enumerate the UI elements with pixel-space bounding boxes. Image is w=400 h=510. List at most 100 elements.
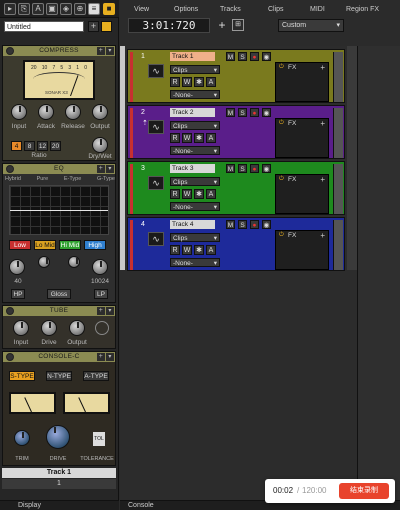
- power-icon[interactable]: [6, 165, 14, 173]
- plus-icon[interactable]: +: [320, 231, 325, 240]
- input-echo-button[interactable]: ◉: [262, 108, 271, 117]
- archive-button[interactable]: A: [206, 133, 216, 143]
- track-1[interactable]: 1 Track 1 M S ● ◉ ∿ Clips ▾ R W ✱ A -None- ▾ ⏻ FX +: [127, 49, 345, 103]
- text-icon[interactable]: A: [32, 3, 44, 15]
- track-3[interactable]: 3 Track 3 M S ● ◉ ∿ Clips ▾ R W ✱ A -None- ▾ ⏻ FX +: [127, 161, 345, 215]
- band-lomid-button[interactable]: Lo Mid: [34, 240, 56, 250]
- strip-track-name[interactable]: Track 1: [2, 468, 116, 478]
- menu-midi[interactable]: MIDI: [310, 5, 325, 14]
- console-tab[interactable]: Console: [128, 502, 154, 509]
- link-icon[interactable]: ⎘: [18, 3, 30, 15]
- stop-recording-button[interactable]: 结束录制: [339, 483, 389, 499]
- fx-bin[interactable]: ⏻ FX +: [275, 62, 329, 102]
- time-display[interactable]: 3:01:720: [128, 18, 210, 33]
- band-freq-knob[interactable]: [38, 256, 50, 268]
- power-icon[interactable]: ⏻: [279, 232, 284, 239]
- fx-bin[interactable]: ⏻ FX +: [275, 118, 329, 158]
- ratio-20-button[interactable]: 20: [50, 141, 61, 151]
- menu-view[interactable]: View: [134, 5, 149, 14]
- add-track-button[interactable]: +: [216, 19, 228, 31]
- plus-icon[interactable]: +: [97, 47, 105, 55]
- power-icon[interactable]: ⏻: [279, 176, 284, 183]
- record-arm-button[interactable]: ●: [250, 164, 259, 173]
- mode-icon[interactable]: ■: [103, 3, 115, 15]
- track-2[interactable]: 2 Track 2 M S ● ◉ ∿ Clips ▾ R W ✱ A -None- ▾ ⏻ FX + ⇡: [127, 105, 345, 159]
- ratio-12-button[interactable]: 12: [37, 141, 48, 151]
- menu-icon[interactable]: ≡: [88, 3, 100, 15]
- menu-region-fx[interactable]: Region FX: [346, 5, 379, 14]
- band-q-knob[interactable]: [68, 256, 80, 268]
- plus-icon[interactable]: +: [320, 175, 325, 184]
- plus-icon[interactable]: +: [320, 119, 325, 128]
- automation-dropdown[interactable]: -None- ▾: [170, 146, 220, 155]
- menu-options[interactable]: Options: [174, 5, 198, 14]
- clips-pane[interactable]: [357, 46, 400, 510]
- display-tab[interactable]: Display: [18, 502, 41, 509]
- solo-button[interactable]: S: [238, 52, 247, 61]
- power-icon[interactable]: ⏻: [279, 64, 284, 71]
- track-name-field[interactable]: Track 3: [170, 164, 215, 173]
- read-automation-button[interactable]: R: [170, 133, 180, 143]
- collapse-icon[interactable]: ▾: [106, 47, 114, 55]
- power-icon[interactable]: [6, 47, 14, 55]
- collapse-icon[interactable]: ▾: [106, 165, 114, 173]
- arrow-icon[interactable]: ▸: [4, 3, 16, 15]
- clips-dropdown[interactable]: Clips ▾: [170, 65, 220, 74]
- mode-g-type[interactable]: G-Type: [97, 176, 115, 182]
- envelope-icon[interactable]: ◈: [60, 3, 72, 15]
- collapse-icon[interactable]: ▾: [106, 353, 114, 361]
- clips-dropdown[interactable]: Clips ▾: [170, 233, 220, 242]
- automation-dropdown[interactable]: -None- ▾: [170, 258, 220, 267]
- freeze-button[interactable]: ✱: [194, 245, 204, 255]
- attack-knob[interactable]: [38, 104, 54, 120]
- tolerance-switch[interactable]: TOL: [93, 432, 105, 446]
- mode-hybrid[interactable]: Hybrid: [5, 176, 21, 182]
- release-knob[interactable]: [65, 104, 81, 120]
- mute-button[interactable]: M: [226, 164, 235, 173]
- freeze-button[interactable]: ✱: [194, 189, 204, 199]
- power-icon[interactable]: [6, 353, 14, 361]
- plus-icon[interactable]: +: [97, 353, 105, 361]
- automation-dropdown[interactable]: -None- ▾: [170, 90, 220, 99]
- plus-icon[interactable]: +: [320, 63, 325, 72]
- record-arm-button[interactable]: ●: [250, 52, 259, 61]
- fx-bin[interactable]: ⏻ FX +: [275, 230, 329, 270]
- mode-e-type[interactable]: E-Type: [64, 176, 81, 182]
- record-arm-button[interactable]: ●: [250, 108, 259, 117]
- ratio-8-button[interactable]: 8: [24, 141, 35, 151]
- write-automation-button[interactable]: W: [182, 77, 192, 87]
- input-knob[interactable]: [11, 104, 27, 120]
- hp-knob[interactable]: [9, 259, 25, 275]
- band-himid-button[interactable]: Hi Mid: [59, 240, 81, 250]
- mute-button[interactable]: M: [226, 52, 235, 61]
- duplicate-icon[interactable]: ⊞: [232, 19, 244, 31]
- track-name-field[interactable]: Track 2: [170, 108, 215, 117]
- preset-dropdown[interactable]: Custom ▾: [278, 19, 344, 32]
- archive-button[interactable]: A: [206, 189, 216, 199]
- drive-knob[interactable]: [46, 425, 70, 449]
- menu-clips[interactable]: Clips: [268, 5, 284, 14]
- strip-power-button[interactable]: [101, 21, 112, 32]
- mode-pure[interactable]: Pure: [37, 176, 49, 182]
- band-low-button[interactable]: Low: [9, 240, 31, 250]
- input-echo-button[interactable]: ◉: [262, 164, 271, 173]
- ratio-4-button[interactable]: 4: [11, 141, 22, 151]
- power-icon[interactable]: ⏻: [279, 120, 284, 127]
- automation-dropdown[interactable]: -None- ▾: [170, 202, 220, 211]
- write-automation-button[interactable]: W: [182, 133, 192, 143]
- eq-graph[interactable]: [9, 185, 109, 235]
- write-automation-button[interactable]: W: [182, 189, 192, 199]
- track-name-field[interactable]: Track 4: [170, 220, 215, 229]
- read-automation-button[interactable]: R: [170, 77, 180, 87]
- solo-button[interactable]: S: [238, 164, 247, 173]
- mute-button[interactable]: M: [226, 220, 235, 229]
- read-automation-button[interactable]: R: [170, 245, 180, 255]
- output-knob[interactable]: [92, 104, 108, 120]
- a-type-button[interactable]: A-TYPE: [83, 371, 109, 381]
- freeze-button[interactable]: ✱: [194, 77, 204, 87]
- s-type-button[interactable]: S-TYPE: [9, 371, 35, 381]
- plus-icon[interactable]: +: [97, 307, 105, 315]
- tube-drive-knob[interactable]: [41, 320, 57, 336]
- collapse-icon[interactable]: ▾: [106, 307, 114, 315]
- clips-dropdown[interactable]: Clips ▾: [170, 121, 220, 130]
